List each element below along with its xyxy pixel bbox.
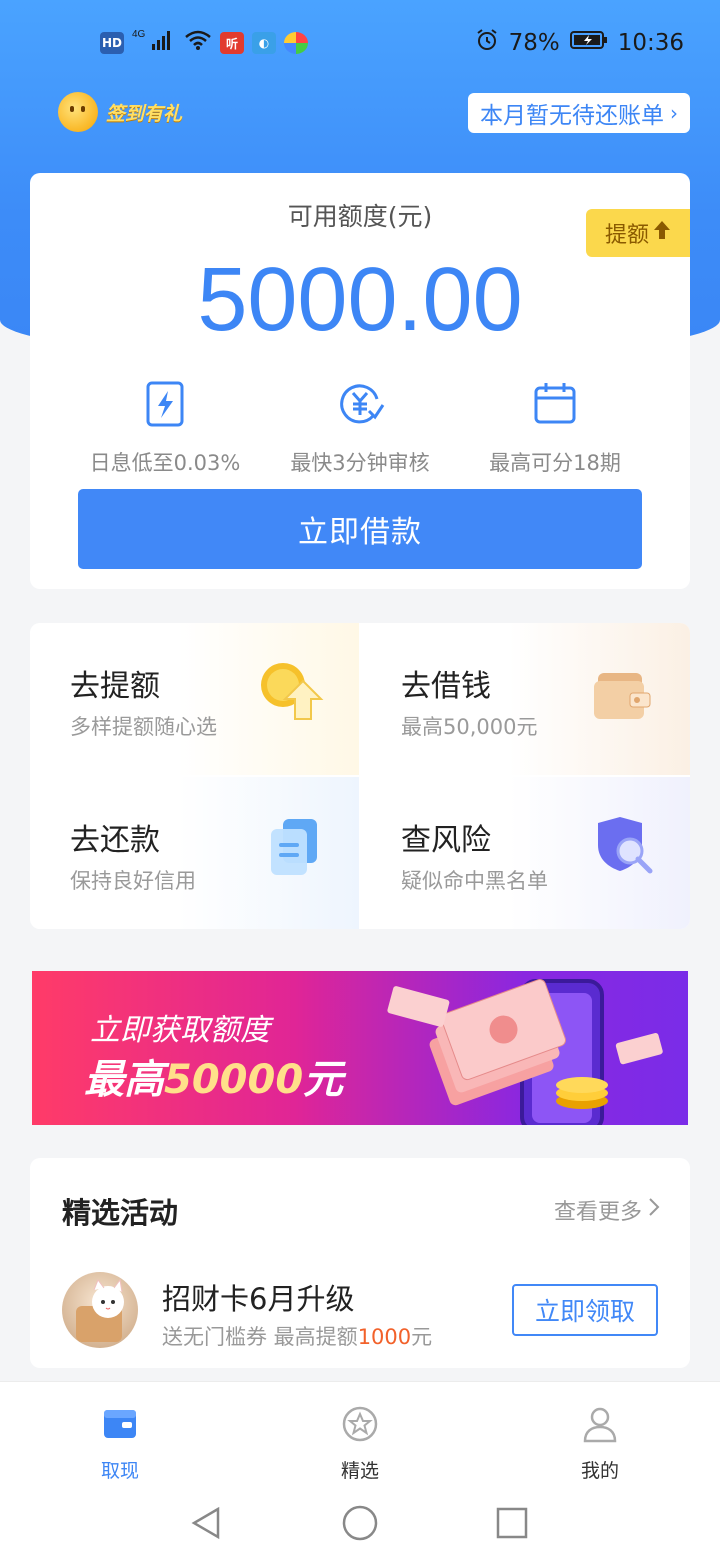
credit-amount: 5000.00 — [197, 250, 523, 350]
feature-review: 最快3分钟审核 — [265, 379, 455, 477]
feature-label: 最高可分18期 — [489, 451, 621, 475]
service-title: 去还款 — [70, 823, 160, 858]
feature-list: 日息低至0.03% 最快3分钟审核 最高可分18期 — [70, 379, 650, 477]
document-icon — [259, 813, 329, 883]
svg-text:4G: 4G — [132, 29, 146, 40]
claim-now-button[interactable]: 立即领取 — [512, 1284, 658, 1336]
service-subtitle: 最高50,000元 — [401, 715, 538, 739]
star-circle-icon — [340, 1404, 380, 1444]
banner-line1: 立即获取额度 — [90, 1013, 270, 1048]
view-more-label: 查看更多 — [553, 1200, 642, 1225]
ting-app-icon: 听 — [220, 32, 244, 54]
tab-label: 我的 — [580, 1460, 619, 1482]
activity-name: 招财卡6月升级 — [162, 1282, 355, 1316]
wifi-icon — [184, 29, 212, 57]
service-title: 去借钱 — [401, 669, 491, 704]
service-title: 查风险 — [401, 823, 491, 858]
bill-status-label: 本月暂无待还账单 — [480, 103, 664, 129]
services-grid: 去提额 多样提额随心选 去借钱 最高50,000元 去还款 保持良好信用 查风险… — [30, 623, 690, 929]
banner-line2: 最高50000元 — [84, 1047, 343, 1105]
person-icon — [580, 1404, 620, 1444]
tab-label: 精选 — [340, 1460, 379, 1482]
checkin-label: 签到有礼 — [106, 102, 183, 125]
credit-limit-card: 可用额度(元) 提额 5000.00 日息低至0.03% 最快3分钟审核 最高可… — [30, 173, 690, 589]
activity-description: 送无门槛券 最高提额1000元 — [162, 1321, 432, 1351]
wallet-icon — [590, 659, 660, 729]
wallet-tab-icon — [100, 1404, 140, 1444]
service-subtitle: 保持良好信用 — [70, 869, 196, 893]
chevron-right-icon: › — [670, 101, 678, 125]
tab-withdraw[interactable]: 取现 — [60, 1404, 180, 1483]
arrow-up-icon — [653, 220, 671, 246]
checkin-reward-button[interactable]: 签到有礼 — [58, 92, 182, 132]
lucky-cat-avatar — [62, 1272, 138, 1348]
chevron-right-icon — [648, 1197, 660, 1223]
shield-search-icon — [590, 813, 660, 883]
battery-percent: 78% — [508, 30, 560, 56]
banner-prefix: 最高 — [84, 1057, 164, 1103]
borrow-now-button[interactable]: 立即借款 — [78, 489, 642, 569]
system-navigation-bar — [0, 1491, 720, 1560]
bottom-tab-bar: 取现 精选 我的 — [0, 1381, 720, 1491]
featured-activities: 精选活动 查看更多 招财卡6月升级 送无门槛券 最高提额1000元 立即领取 — [30, 1158, 690, 1368]
bill-status-button[interactable]: 本月暂无待还账单 › — [468, 93, 690, 133]
yuan-review-icon — [335, 379, 385, 429]
service-check-risk[interactable]: 查风险 疑似命中黑名单 — [361, 777, 690, 929]
service-subtitle: 多样提额随心选 — [70, 715, 217, 739]
app-notification-icon — [284, 32, 308, 54]
activity-desc-highlight: 1000 — [357, 1325, 412, 1349]
lightning-icon — [140, 379, 190, 429]
calendar-icon — [530, 379, 580, 429]
tab-label: 取现 — [100, 1460, 139, 1482]
back-icon[interactable] — [186, 1503, 226, 1543]
home-icon[interactable] — [340, 1503, 380, 1543]
promo-banner[interactable]: 立即获取额度 最高50000元 — [32, 971, 688, 1125]
service-borrow-money[interactable]: 去借钱 最高50,000元 — [361, 623, 690, 775]
feature-label: 最快3分钟审核 — [290, 451, 430, 475]
service-subtitle: 疑似命中黑名单 — [401, 869, 548, 893]
status-bar: HD 4G 听 ◐ 78% 10:36 — [0, 20, 720, 64]
banner-suffix: 元 — [303, 1057, 344, 1103]
activity-desc-prefix: 送无门槛券 最高提额 — [162, 1325, 358, 1349]
alarm-icon — [475, 28, 499, 58]
signal-icon: 4G — [132, 28, 176, 58]
money-phone-illustration — [382, 971, 688, 1125]
hd-icon: HD — [100, 32, 124, 54]
battery-icon — [569, 30, 608, 56]
feature-interest: 日息低至0.03% — [70, 379, 260, 477]
smiley-coin-icon — [58, 92, 98, 132]
feature-label: 日息低至0.03% — [89, 451, 241, 475]
activity-desc-suffix: 元 — [411, 1325, 433, 1349]
banner-amount: 50000 — [164, 1057, 304, 1103]
feature-installment: 最高可分18期 — [460, 379, 650, 477]
clock-time: 10:36 — [617, 30, 684, 56]
view-more-link[interactable]: 查看更多 — [554, 1194, 660, 1226]
coin-up-icon — [259, 659, 329, 729]
service-title: 去提额 — [70, 669, 160, 704]
service-boost-limit[interactable]: 去提额 多样提额随心选 — [30, 623, 359, 775]
tab-mine[interactable]: 我的 — [540, 1404, 660, 1483]
tab-featured[interactable]: 精选 — [300, 1404, 420, 1483]
service-repay[interactable]: 去还款 保持良好信用 — [30, 777, 359, 929]
browser-app-icon: ◐ — [252, 32, 276, 54]
recents-icon[interactable] — [492, 1503, 532, 1543]
boost-limit-label: 提额 — [604, 223, 649, 248]
section-title: 精选活动 — [62, 1196, 179, 1230]
